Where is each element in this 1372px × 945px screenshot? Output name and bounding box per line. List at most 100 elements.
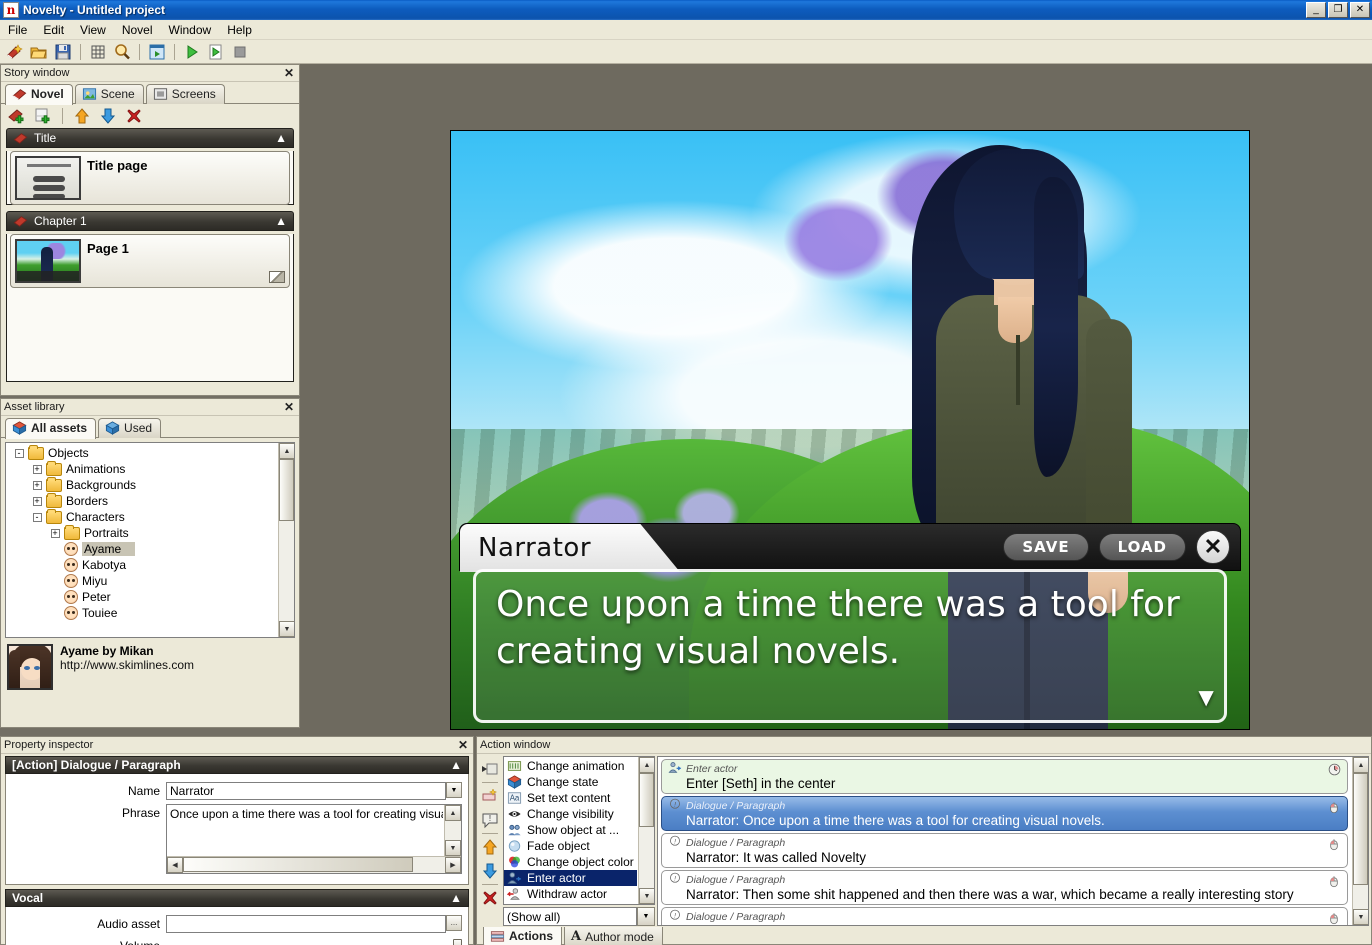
action-row[interactable]: ! Dialogue / Paragraph Narrator: Once upon… <box>661 796 1348 831</box>
close-icon[interactable]: ✕ <box>456 738 470 752</box>
maximize-button[interactable]: ❐ <box>1328 2 1348 18</box>
name-field[interactable]: Narrator <box>166 782 446 800</box>
tab-used[interactable]: Used <box>98 418 162 438</box>
asset-tree-item[interactable]: - Objects <box>6 444 277 461</box>
action-palette-item[interactable]: Show menu <box>504 902 637 904</box>
new-project-icon[interactable] <box>4 41 26 63</box>
action-row[interactable]: Enter actor Enter [Seth] in the center <box>661 759 1348 794</box>
tree-toggle[interactable]: + <box>28 496 46 506</box>
add-page-icon[interactable] <box>32 105 54 127</box>
move-up-icon[interactable] <box>71 105 93 127</box>
scroll-up-button[interactable]: ▲ <box>1353 757 1368 773</box>
move-down-icon[interactable] <box>479 860 501 882</box>
prop-group-header[interactable]: Vocal ▲ <box>5 889 469 907</box>
action-palette-item[interactable]: Enter actor <box>504 870 637 886</box>
asset-tree-item[interactable]: + Portraits <box>6 524 277 541</box>
action-palette-item[interactable]: Change visibility <box>504 806 637 822</box>
tab-all-assets[interactable]: All assets <box>5 418 97 439</box>
action-palette-item[interactable]: Change state <box>504 774 637 790</box>
close-icon[interactable]: ✕ <box>282 400 296 414</box>
run-icon[interactable] <box>181 41 203 63</box>
asset-tree-item[interactable]: - Characters <box>6 508 277 525</box>
asset-tree-item[interactable]: Touiee <box>6 605 277 621</box>
action-filter-combo[interactable]: (Show all) ▼ <box>503 907 655 926</box>
preview-window-icon[interactable] <box>146 41 168 63</box>
menu-help[interactable]: Help <box>219 21 260 39</box>
scroll-thumb[interactable] <box>279 459 294 521</box>
action-palette-item[interactable]: Change animation <box>504 758 637 774</box>
story-group-title[interactable]: Title ▲ <box>6 128 294 148</box>
delete-action-icon[interactable] <box>479 887 501 909</box>
menu-view[interactable]: View <box>72 21 114 39</box>
chevron-down-icon[interactable]: ▼ <box>637 907 655 926</box>
scroll-thumb[interactable] <box>183 857 413 872</box>
tab-scene[interactable]: Scene <box>74 84 144 104</box>
phrase-textarea[interactable]: Once upon a time there was a tool for cr… <box>166 804 462 874</box>
tree-toggle[interactable]: + <box>46 528 64 538</box>
asset-tree[interactable]: - Objects + Animations + Backgrounds + Borders -… <box>5 442 295 638</box>
tree-toggle[interactable]: + <box>28 464 46 474</box>
scroll-up-button[interactable]: ▲ <box>445 805 461 821</box>
run-from-here-icon[interactable] <box>205 41 227 63</box>
menu-novel[interactable]: Novel <box>114 21 161 39</box>
volume-slider[interactable] <box>166 937 462 945</box>
action-list-scrollbar[interactable]: ▲ ▼ <box>1352 757 1368 925</box>
tree-toggle[interactable]: - <box>28 512 46 522</box>
grid-icon[interactable] <box>87 41 109 63</box>
chevron-down-icon[interactable]: ▼ <box>446 782 462 798</box>
menu-edit[interactable]: Edit <box>35 21 72 39</box>
phrase-hscrollbar[interactable]: ◀ ▶ <box>167 856 461 873</box>
minimize-button[interactable]: _ <box>1306 2 1326 18</box>
tree-toggle[interactable]: + <box>28 480 46 490</box>
game-preview-stage[interactable]: SAVE LOAD ✕ Narrator Once upon a time th… <box>450 130 1250 730</box>
close-icon[interactable]: ✕ <box>1196 530 1230 564</box>
tab-novel[interactable]: Novel <box>5 84 73 105</box>
zoom-icon[interactable] <box>111 41 133 63</box>
next-arrow-icon[interactable]: ▼ <box>1193 682 1219 713</box>
menu-window[interactable]: Window <box>161 21 220 39</box>
action-palette-item[interactable]: Show object at ... <box>504 822 637 838</box>
asset-tree-item[interactable]: Peter <box>6 589 277 605</box>
move-down-icon[interactable] <box>97 105 119 127</box>
resize-grip[interactable] <box>269 271 285 283</box>
tab-screens[interactable]: Screens <box>145 84 225 104</box>
tab-actions[interactable]: Actions <box>483 927 563 945</box>
action-filter-value-box[interactable]: (Show all) <box>503 907 637 926</box>
audio-asset-field[interactable] <box>166 915 446 933</box>
prop-group-header[interactable]: [Action] Dialogue / Paragraph ▲ <box>5 756 469 774</box>
story-group-chapter-1[interactable]: Chapter 1 ▲ <box>6 211 294 231</box>
save-project-icon[interactable] <box>52 41 74 63</box>
move-up-icon[interactable] <box>479 836 501 858</box>
close-button[interactable]: ✕ <box>1350 2 1370 18</box>
phrase-vscrollbar[interactable]: ▲ ▼ <box>444 805 461 856</box>
tree-toggle[interactable]: - <box>10 448 28 458</box>
asset-tree-item[interactable]: Kabotya <box>6 557 277 573</box>
action-palette-list[interactable]: Change animation Change state Aa Set text c… <box>503 756 655 905</box>
action-palette-item[interactable]: Withdraw actor <box>504 886 637 902</box>
action-row[interactable]: ! Dialogue / Paragraph Narrator: Then some… <box>661 870 1348 905</box>
action-list[interactable]: Enter actor Enter [Seth] in the center! Di… <box>657 756 1369 926</box>
action-palette-item[interactable]: Fade object <box>504 838 637 854</box>
collapse-icon[interactable]: ▲ <box>450 758 462 772</box>
collapse-icon[interactable]: ▲ <box>275 214 287 228</box>
menu-file[interactable]: File <box>0 21 35 39</box>
collapse-icon[interactable]: ▲ <box>450 891 462 905</box>
new-action-icon[interactable] <box>479 785 501 807</box>
add-chapter-icon[interactable] <box>6 105 28 127</box>
scroll-left-button[interactable]: ◀ <box>167 857 183 873</box>
new-dialogue-icon[interactable]: ! <box>479 809 501 831</box>
scroll-right-button[interactable]: ▶ <box>445 857 461 873</box>
save-button[interactable]: SAVE <box>1003 533 1089 561</box>
close-icon[interactable]: ✕ <box>282 66 296 80</box>
load-button[interactable]: LOAD <box>1098 533 1186 561</box>
asset-tree-item[interactable]: Ayame <box>6 541 277 557</box>
delete-icon[interactable] <box>123 105 145 127</box>
asset-tree-item[interactable]: + Borders <box>6 492 277 509</box>
insert-action-icon[interactable] <box>479 758 501 780</box>
palette-scrollbar[interactable]: ▲ ▼ <box>638 757 654 904</box>
asset-tree-item[interactable]: + Backgrounds <box>6 476 277 493</box>
scroll-thumb[interactable] <box>1353 773 1368 885</box>
scroll-down-button[interactable]: ▼ <box>445 840 461 856</box>
action-palette-item[interactable]: Aa Set text content <box>504 790 637 806</box>
scroll-down-button[interactable]: ▼ <box>639 888 654 904</box>
